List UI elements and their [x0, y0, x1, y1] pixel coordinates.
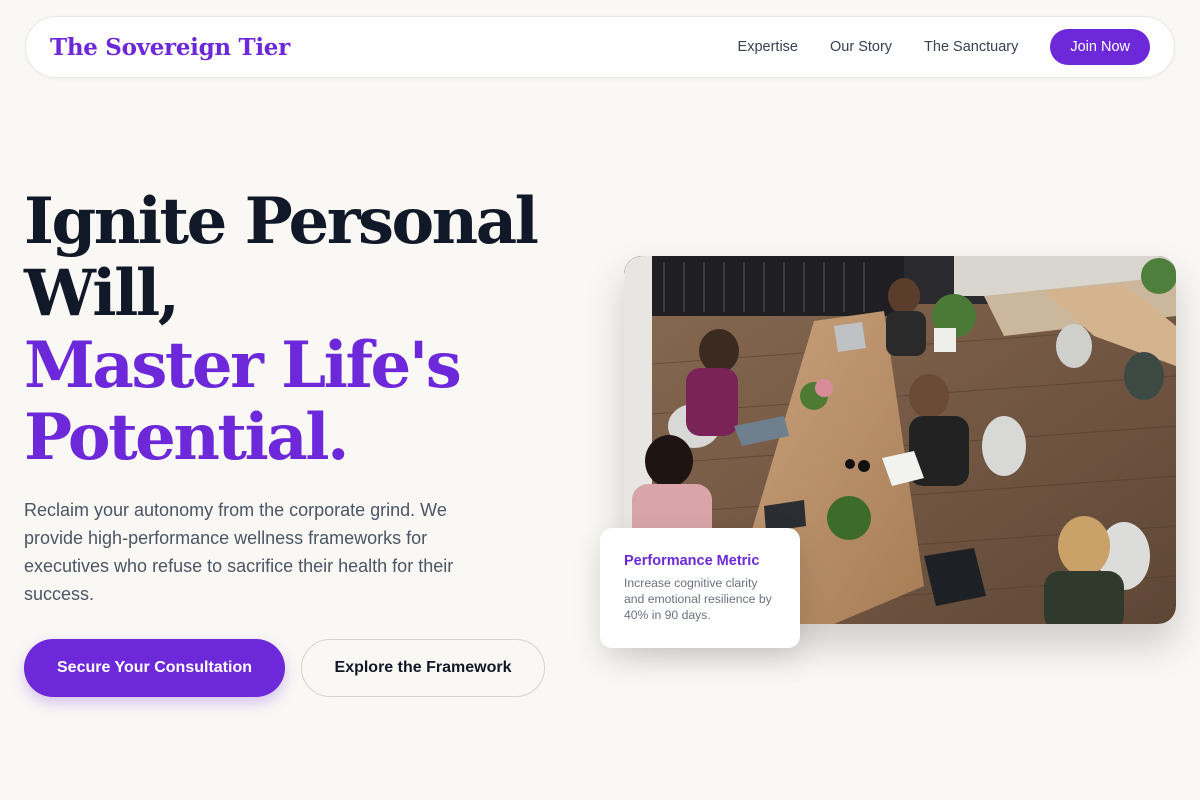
hero-title-line-2: Will,: [24, 256, 180, 331]
nav-link-the-sanctuary[interactable]: The Sanctuary: [924, 39, 1018, 55]
hero-title-line-1: Ignite Personal: [24, 184, 539, 259]
metric-title: Performance Metric: [624, 553, 760, 569]
hero-title-line-4: Potential.: [24, 400, 349, 475]
hero-title-line-3: Master Life's: [24, 328, 462, 403]
nav-links: Expertise Our Story The Sanctuary Join N…: [738, 29, 1150, 65]
hero-title: Ignite Personal Will, Master Life's Pote…: [24, 186, 604, 474]
metric-text: Increase cognitive clarity and emotional…: [624, 576, 772, 622]
join-now-button[interactable]: Join Now: [1050, 29, 1150, 65]
brand-logo[interactable]: The Sovereign Tier: [50, 34, 290, 61]
hero-description: Reclaim your autonomy from the corporate…: [24, 500, 454, 604]
secure-consultation-button[interactable]: Secure Your Consultation: [24, 639, 285, 697]
top-navbar: The Sovereign Tier Expertise Our Story T…: [25, 16, 1175, 78]
explore-framework-button[interactable]: Explore the Framework: [301, 639, 545, 697]
nav-link-expertise[interactable]: Expertise: [738, 39, 798, 55]
nav-link-our-story[interactable]: Our Story: [830, 39, 892, 55]
performance-metric-card: Performance Metric Increase cognitive cl…: [600, 528, 800, 648]
